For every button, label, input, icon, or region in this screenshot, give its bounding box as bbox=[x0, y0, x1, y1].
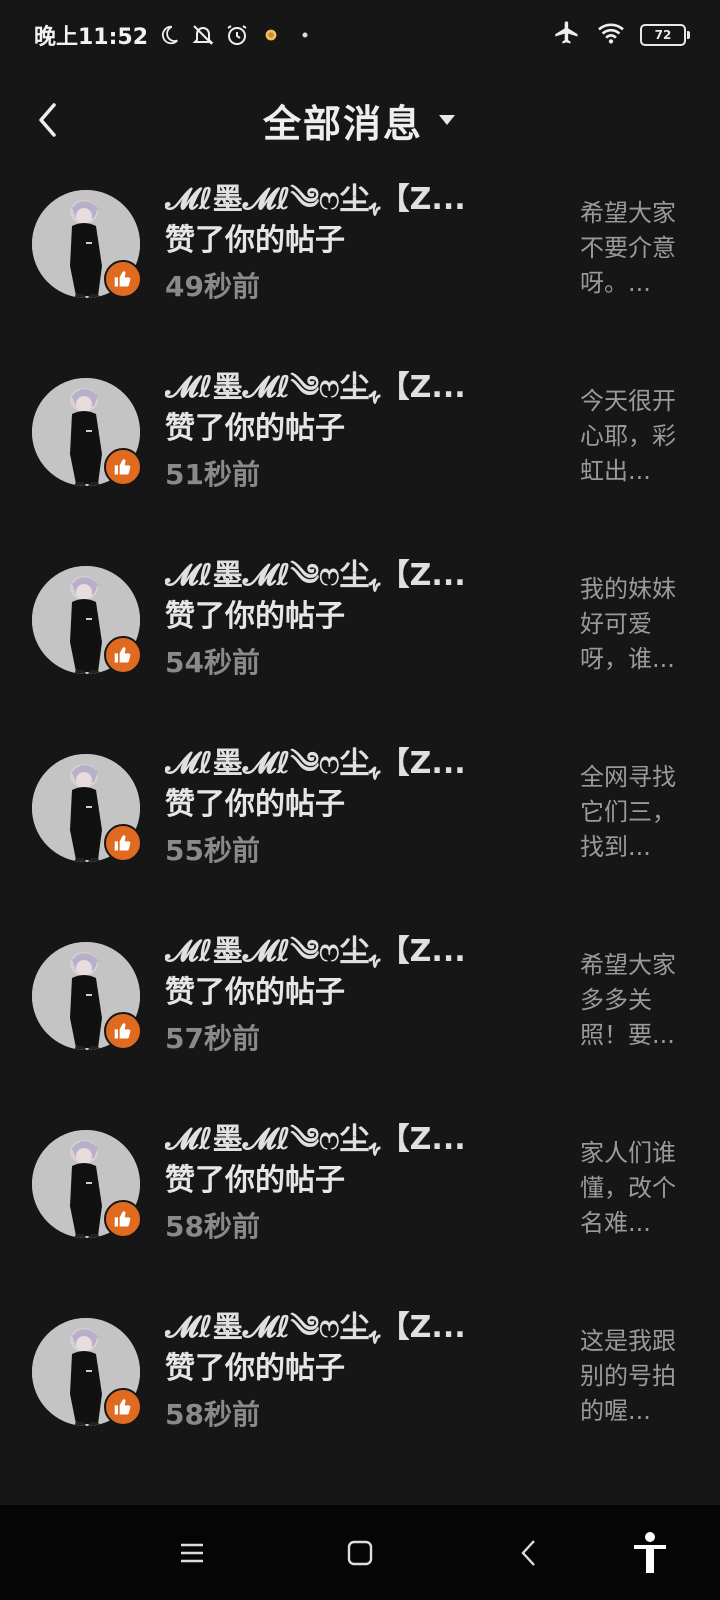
thumbs-up-badge bbox=[104, 1012, 142, 1050]
accessibility-icon bbox=[634, 1532, 666, 1573]
thumbs-up-badge bbox=[104, 448, 142, 486]
action-text: 赞了你的帖子 bbox=[165, 1351, 345, 1386]
status-right: 72 bbox=[552, 19, 690, 51]
status-bar: 晚上11:52 72 bbox=[0, 0, 720, 70]
username[interactable]: 𝓜ℓ墨𝓜ℓ༄ෆ尘ﮩ【Z... bbox=[165, 932, 535, 972]
message-list: 𝓜ℓ墨𝓜ℓ༄ෆ尘ﮩ【Z... 赞了你的帖子 49秒前 希望大家不要介意呀。... bbox=[0, 170, 720, 1486]
avatar-wrap[interactable] bbox=[32, 1318, 142, 1426]
username[interactable]: 𝓜ℓ墨𝓜ℓ༄ෆ尘ﮩ【Z... bbox=[165, 1120, 535, 1160]
message-item[interactable]: 𝓜ℓ墨𝓜ℓ༄ෆ尘ﮩ【Z... 赞了你的帖子 57秒前 希望大家多多关照！要... bbox=[0, 922, 720, 1110]
timestamp: 55秒前 bbox=[165, 834, 260, 867]
thumbs-up-icon bbox=[114, 1211, 131, 1227]
timestamp: 57秒前 bbox=[165, 1022, 260, 1055]
page-title: 全部消息 bbox=[262, 101, 423, 146]
post-preview[interactable]: 希望大家不要介意呀。... bbox=[580, 196, 692, 301]
username[interactable]: 𝓜ℓ墨𝓜ℓ༄ෆ尘ﮩ【Z... bbox=[165, 744, 535, 784]
message-item[interactable]: 𝓜ℓ墨𝓜ℓ༄ෆ尘ﮩ【Z... 赞了你的帖子 51秒前 今天很开心耶，彩虹出... bbox=[0, 358, 720, 546]
airplane-icon bbox=[552, 19, 582, 51]
timestamp: 51秒前 bbox=[165, 458, 260, 491]
thumbs-up-badge bbox=[104, 824, 142, 862]
back-triangle-icon bbox=[521, 1540, 535, 1566]
username[interactable]: 𝓜ℓ墨𝓜ℓ༄ෆ尘ﮩ【Z... bbox=[165, 1308, 535, 1348]
thumbs-up-icon bbox=[114, 271, 131, 287]
message-texts: 𝓜ℓ墨𝓜ℓ༄ෆ尘ﮩ【Z... 赞了你的帖子 57秒前 bbox=[165, 932, 535, 1064]
post-preview[interactable]: 这是我跟别的号拍的喔... bbox=[580, 1324, 692, 1429]
thumbs-up-icon bbox=[114, 647, 131, 663]
alarm-icon bbox=[224, 22, 250, 48]
username[interactable]: 𝓜ℓ墨𝓜ℓ༄ෆ尘ﮩ【Z... bbox=[165, 556, 535, 596]
post-preview[interactable]: 全网寻找它们三，找到... bbox=[580, 760, 692, 865]
message-item[interactable]: 𝓜ℓ墨𝓜ℓ༄ෆ尘ﮩ【Z... 赞了你的帖子 58秒前 家人们谁懂，改个名难... bbox=[0, 1110, 720, 1298]
thumbs-up-badge bbox=[104, 1200, 142, 1238]
action-text: 赞了你的帖子 bbox=[165, 787, 345, 822]
message-texts: 𝓜ℓ墨𝓜ℓ༄ෆ尘ﮩ【Z... 赞了你的帖子 54秒前 bbox=[165, 556, 535, 688]
accessibility-button[interactable] bbox=[630, 1532, 670, 1573]
username[interactable]: 𝓜ℓ墨𝓜ℓ༄ෆ尘ﮩ【Z... bbox=[165, 180, 535, 220]
message-texts: 𝓜ℓ墨𝓜ℓ༄ෆ尘ﮩ【Z... 赞了你的帖子 55秒前 bbox=[165, 744, 535, 876]
header: 全部消息 bbox=[0, 70, 720, 170]
action-text: 赞了你的帖子 bbox=[165, 599, 345, 634]
timestamp: 49秒前 bbox=[165, 270, 260, 303]
action-text: 赞了你的帖子 bbox=[165, 1163, 345, 1198]
avatar-wrap[interactable] bbox=[32, 942, 142, 1050]
message-texts: 𝓜ℓ墨𝓜ℓ༄ෆ尘ﮩ【Z... 赞了你的帖子 58秒前 bbox=[165, 1120, 535, 1252]
bell-off-icon bbox=[190, 22, 216, 48]
action-text: 赞了你的帖子 bbox=[165, 223, 345, 258]
post-preview[interactable]: 今天很开心耶，彩虹出... bbox=[580, 384, 692, 489]
timestamp: 58秒前 bbox=[165, 1398, 260, 1431]
home-button[interactable] bbox=[340, 1533, 380, 1573]
thumbs-up-badge bbox=[104, 260, 142, 298]
username[interactable]: 𝓜ℓ墨𝓜ℓ༄ෆ尘ﮩ【Z... bbox=[165, 368, 535, 408]
message-item[interactable]: 𝓜ℓ墨𝓜ℓ༄ෆ尘ﮩ【Z... 赞了你的帖子 49秒前 希望大家不要介意呀。... bbox=[0, 170, 720, 358]
dot-icon bbox=[292, 22, 318, 48]
wifi-icon bbox=[596, 21, 626, 49]
recents-button[interactable] bbox=[172, 1533, 212, 1573]
post-preview[interactable]: 我的妹妹好可爱呀，谁... bbox=[580, 572, 692, 677]
moon-icon bbox=[156, 22, 182, 48]
battery-level: 72 bbox=[654, 28, 672, 42]
avatar-wrap[interactable] bbox=[32, 190, 142, 298]
caret-down-icon bbox=[439, 115, 455, 125]
flower-icon bbox=[258, 22, 284, 48]
message-texts: 𝓜ℓ墨𝓜ℓ༄ෆ尘ﮩ【Z... 赞了你的帖子 58秒前 bbox=[165, 1308, 535, 1440]
thumbs-up-icon bbox=[114, 1399, 131, 1415]
message-texts: 𝓜ℓ墨𝓜ℓ༄ෆ尘ﮩ【Z... 赞了你的帖子 49秒前 bbox=[165, 180, 535, 312]
nav-back-button[interactable] bbox=[508, 1533, 548, 1573]
thumbs-up-badge bbox=[104, 636, 142, 674]
avatar-wrap[interactable] bbox=[32, 1130, 142, 1238]
thumbs-up-icon bbox=[114, 835, 131, 851]
message-filter-dropdown[interactable]: 全部消息 bbox=[263, 93, 457, 148]
back-button[interactable] bbox=[28, 100, 68, 140]
post-preview[interactable]: 希望大家多多关照！要... bbox=[580, 948, 692, 1053]
action-text: 赞了你的帖子 bbox=[165, 411, 345, 446]
chevron-left-icon bbox=[39, 103, 56, 137]
post-preview[interactable]: 家人们谁懂，改个名难... bbox=[580, 1136, 692, 1241]
message-item[interactable]: 𝓜ℓ墨𝓜ℓ༄ෆ尘ﮩ【Z... 赞了你的帖子 58秒前 这是我跟别的号拍的喔... bbox=[0, 1298, 720, 1486]
message-texts: 𝓜ℓ墨𝓜ℓ༄ෆ尘ﮩ【Z... 赞了你的帖子 51秒前 bbox=[165, 368, 535, 500]
system-nav-bar bbox=[0, 1505, 720, 1600]
clock: 晚上11:52 bbox=[34, 25, 149, 50]
message-item[interactable]: 𝓜ℓ墨𝓜ℓ༄ෆ尘ﮩ【Z... 赞了你的帖子 54秒前 我的妹妹好可爱呀，谁... bbox=[0, 546, 720, 734]
timestamp: 58秒前 bbox=[165, 1210, 260, 1243]
message-item[interactable]: 𝓜ℓ墨𝓜ℓ༄ෆ尘ﮩ【Z... 赞了你的帖子 55秒前 全网寻找它们三，找到... bbox=[0, 734, 720, 922]
avatar-wrap[interactable] bbox=[32, 378, 142, 486]
timestamp: 54秒前 bbox=[165, 646, 260, 679]
thumbs-up-icon bbox=[114, 459, 131, 475]
thumbs-up-badge bbox=[104, 1388, 142, 1426]
status-left: 晚上11:52 bbox=[34, 19, 318, 51]
battery-icon: 72 bbox=[640, 24, 690, 46]
menu-icon bbox=[181, 1543, 203, 1563]
avatar-wrap[interactable] bbox=[32, 566, 142, 674]
action-text: 赞了你的帖子 bbox=[165, 975, 345, 1010]
thumbs-up-icon bbox=[114, 1023, 131, 1039]
avatar-wrap[interactable] bbox=[32, 754, 142, 862]
home-square-icon bbox=[347, 1540, 373, 1566]
